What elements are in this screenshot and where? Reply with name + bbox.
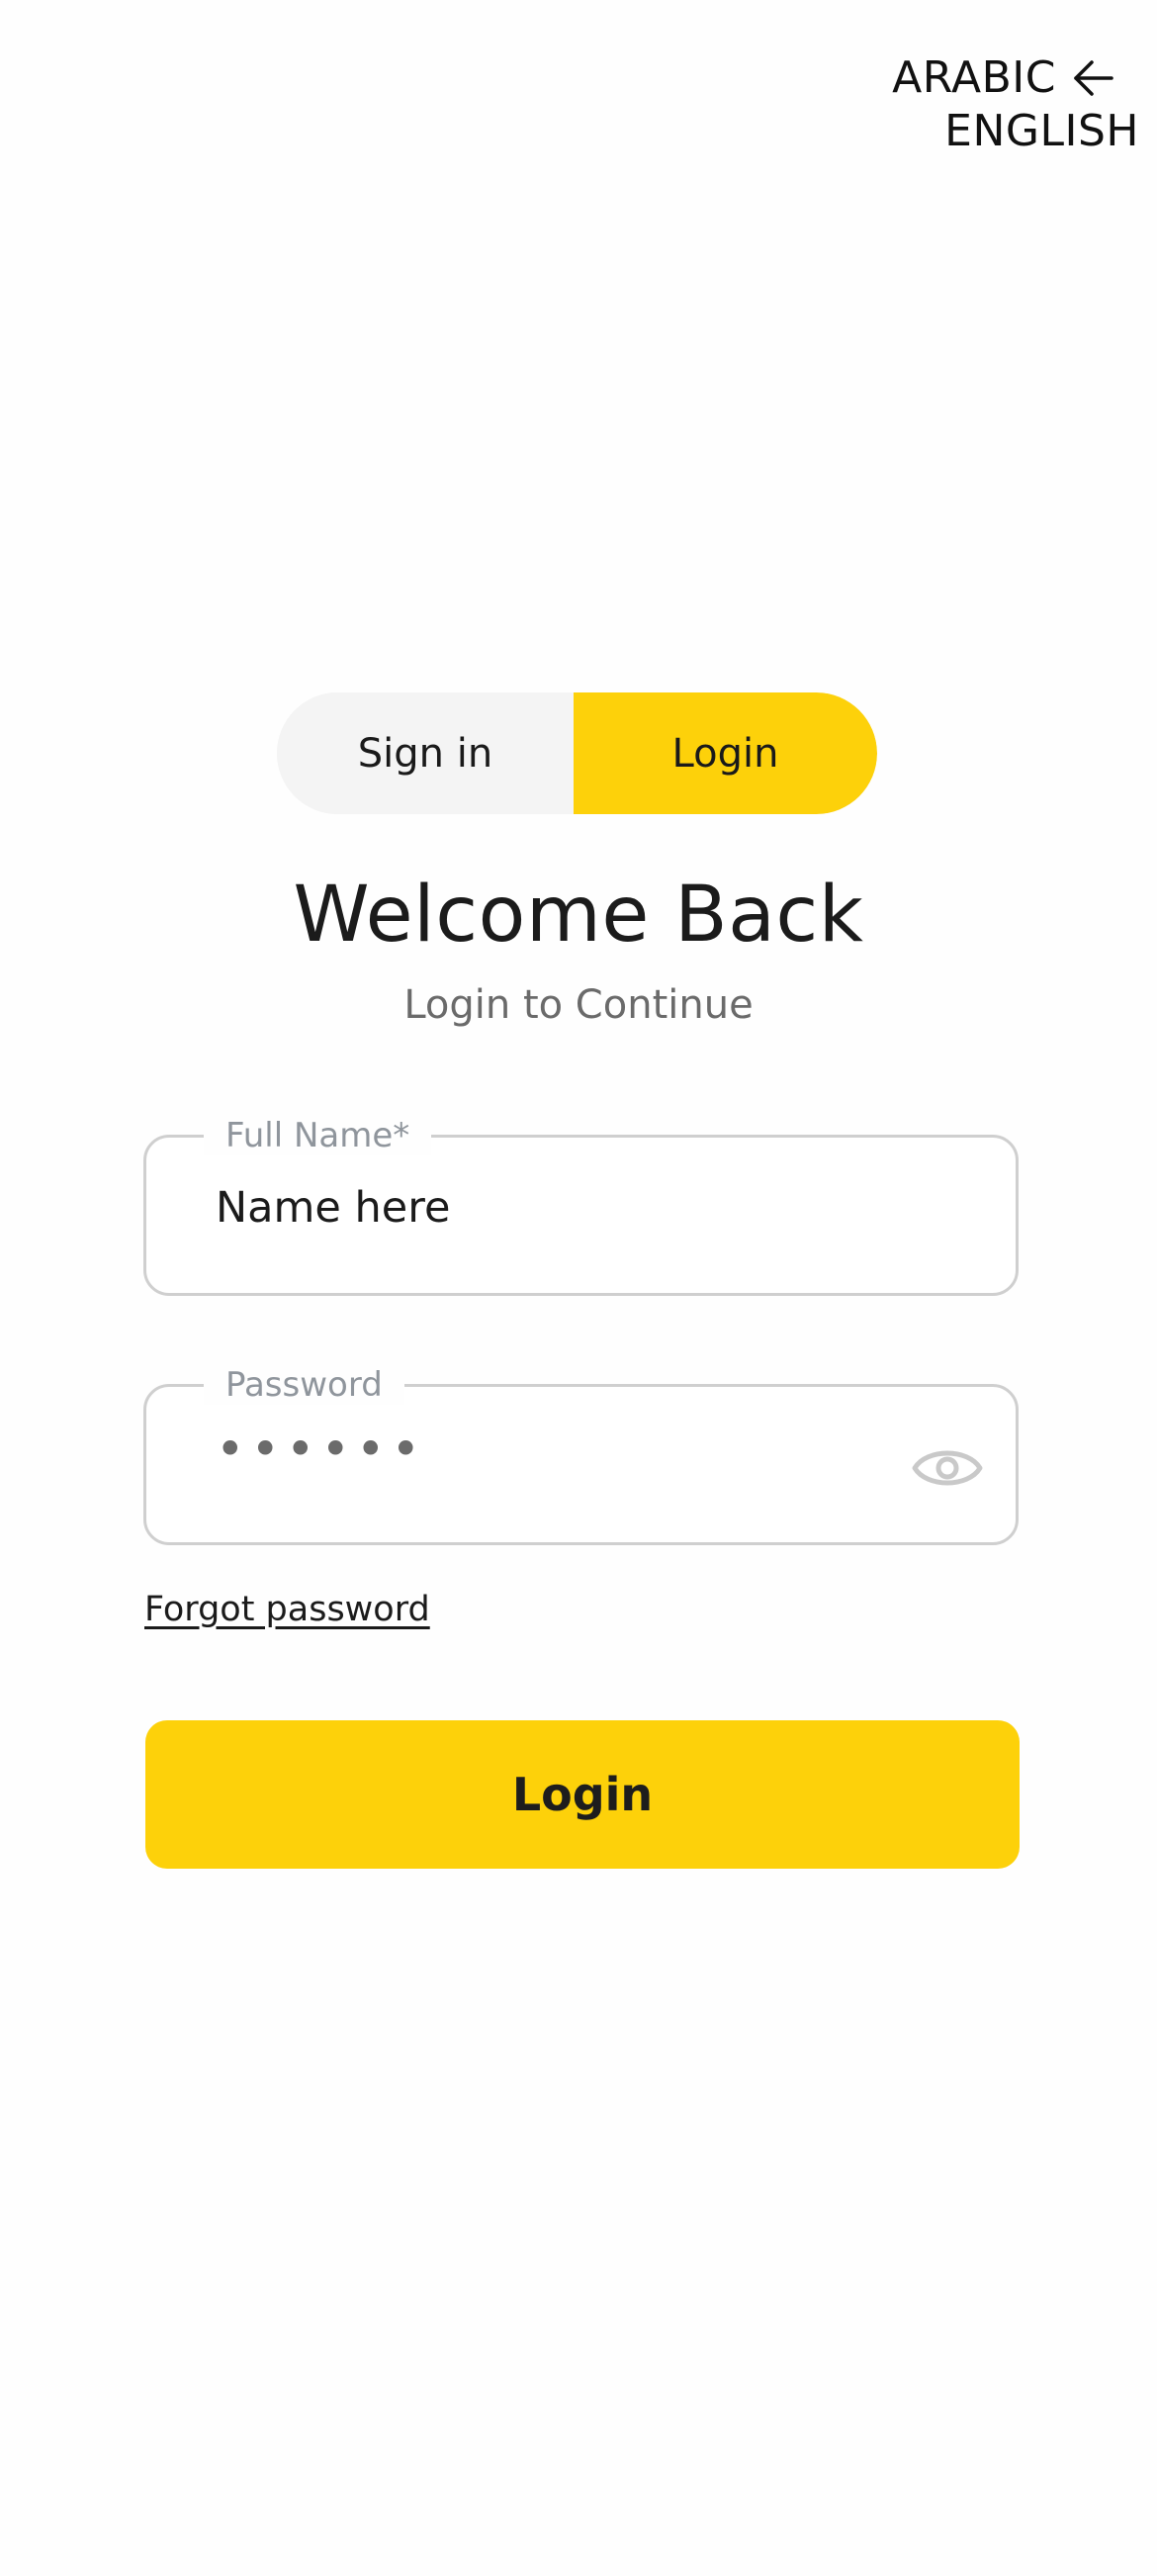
tab-login[interactable]: Login <box>574 692 877 814</box>
full-name-input[interactable]: Name here <box>216 1183 450 1233</box>
login-button[interactable]: Login <box>145 1720 1020 1869</box>
language-switch[interactable]: ARABIC ENGLISH <box>862 51 1139 157</box>
full-name-label: Full Name* <box>204 1116 432 1155</box>
arrow-left-icon <box>1074 60 1113 96</box>
forgot-password-link[interactable]: Forgot password <box>144 1590 430 1629</box>
password-label: Password <box>204 1365 404 1405</box>
password-input[interactable]: •••••• <box>216 1421 426 1478</box>
language-current: ARABIC <box>892 52 1056 103</box>
page-title: Welcome Back <box>293 871 864 960</box>
auth-mode-toggle: Sign in Login <box>277 692 877 814</box>
eye-icon[interactable] <box>911 1438 984 1498</box>
password-field[interactable]: Password •••••• <box>143 1365 1019 1545</box>
page-subtitle: Login to Continue <box>403 982 754 1028</box>
language-target: ENGLISH <box>944 105 1139 156</box>
tab-sign-in[interactable]: Sign in <box>277 692 574 814</box>
full-name-field[interactable]: Full Name* Name here <box>143 1116 1019 1296</box>
